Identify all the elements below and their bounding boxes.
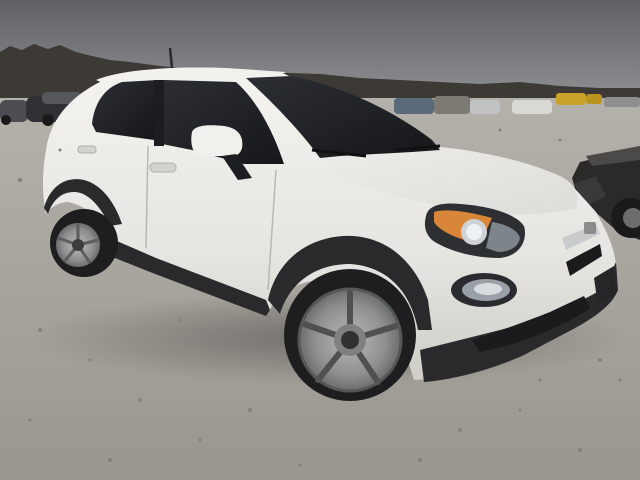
side-mirror bbox=[191, 125, 243, 157]
door-handle bbox=[149, 162, 177, 173]
auction-lot-photo bbox=[0, 0, 640, 480]
photo-canvas bbox=[0, 0, 640, 480]
rear-wheel bbox=[50, 209, 118, 277]
fog-light bbox=[451, 273, 517, 307]
door-handle bbox=[77, 145, 97, 154]
b-pillar bbox=[154, 80, 164, 146]
front-wheel bbox=[284, 269, 416, 401]
